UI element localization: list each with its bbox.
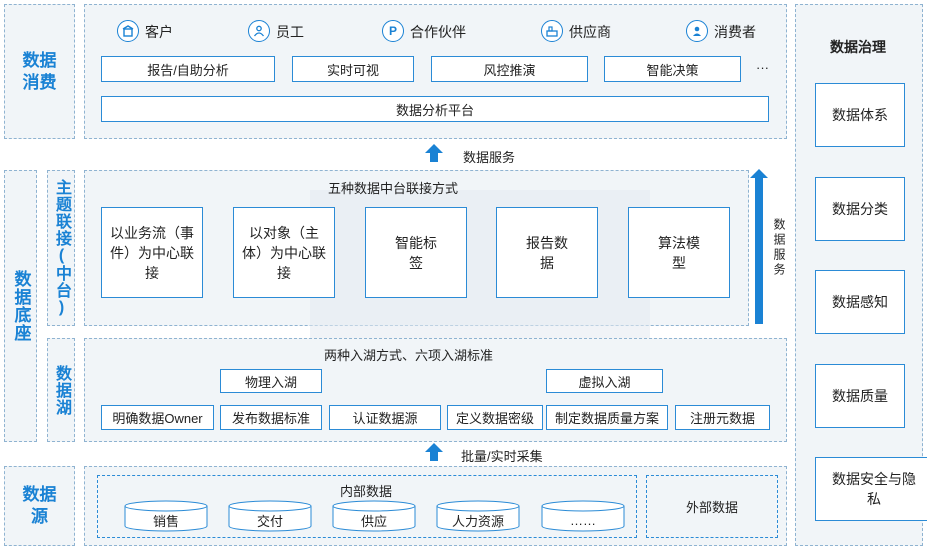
lake-standard-metadata: 注册元数据 bbox=[675, 405, 770, 430]
internal-item-supply: 供应 bbox=[360, 513, 387, 529]
lake-standard-classify: 定义数据密级 bbox=[447, 405, 543, 430]
data-service-arrow-icon bbox=[425, 144, 443, 153]
internal-item-sales: 销售 bbox=[152, 513, 179, 529]
lake-title: 两种入湖方式、六项入湖标准 bbox=[324, 348, 494, 363]
collect-arrow-icon bbox=[425, 443, 443, 452]
app-box-decision: 智能决策 bbox=[604, 56, 741, 82]
governance-item-quality: 数据质量 bbox=[815, 364, 905, 428]
internal-item-hr: 人力资源 bbox=[451, 513, 504, 529]
supplier-icon bbox=[541, 20, 563, 42]
governance-item-awareness: 数据感知 bbox=[815, 270, 905, 334]
governance-item-system: 数据体系 bbox=[815, 83, 905, 147]
employee-icon bbox=[248, 20, 270, 42]
lake-standard-certify: 认证数据源 bbox=[329, 405, 441, 430]
partner-icon: P bbox=[382, 20, 404, 42]
lake-standard-publish: 发布数据标准 bbox=[220, 405, 322, 430]
customer-icon bbox=[117, 20, 139, 42]
governance-title: 数据治理 bbox=[830, 39, 886, 55]
data-service-label: 数据服务 bbox=[463, 150, 516, 165]
apps-more: ··· bbox=[756, 60, 769, 75]
external-data-title: 外部数据 bbox=[685, 500, 738, 515]
consumer-label-supplier: 供应商 bbox=[569, 24, 611, 40]
data-service-arrow-stem bbox=[430, 153, 438, 162]
internal-item-delivery: 交付 bbox=[256, 513, 283, 529]
consumer-label-consumer: 消费者 bbox=[714, 24, 756, 40]
layer-middle-label: 主题联接(中台) bbox=[53, 179, 70, 317]
middle-item-report: 报告数据 bbox=[496, 207, 598, 298]
app-box-realtime: 实时可视 bbox=[292, 56, 414, 82]
partner-icon-glyph: P bbox=[388, 24, 397, 38]
lake-mode-virtual: 虚拟入湖 bbox=[546, 369, 663, 393]
lake-standard-owner: 明确数据Owner bbox=[101, 405, 214, 430]
layer-source-label: 数据源 bbox=[22, 485, 57, 526]
layer-source-panel: 数据源 bbox=[4, 466, 75, 546]
side-service-label: 数据服务 bbox=[772, 218, 786, 278]
collect-label: 批量/实时采集 bbox=[461, 449, 543, 464]
app-box-risk: 风控推演 bbox=[431, 56, 588, 82]
middle-item-object: 以对象（主体）为中心联接 bbox=[233, 207, 335, 298]
layer-consumption-panel: 数据消费 bbox=[4, 4, 75, 139]
side-service-arrow-icon bbox=[750, 169, 768, 178]
layer-foundation-label: 数据底座 bbox=[11, 270, 31, 342]
middle-title: 五种数据中台联接方式 bbox=[328, 181, 459, 196]
consumer-label-partner: 合作伙伴 bbox=[410, 24, 466, 40]
lake-mode-physical: 物理入湖 bbox=[220, 369, 322, 393]
internal-item-more: …… bbox=[570, 512, 596, 528]
layer-foundation-panel: 数据底座 bbox=[4, 170, 37, 442]
app-box-report: 报告/自助分析 bbox=[101, 56, 275, 82]
lake-standard-quality: 制定数据质量方案 bbox=[546, 405, 668, 430]
middle-item-algorithm: 算法模型 bbox=[628, 207, 730, 298]
middle-item-event: 以业务流（事件）为中心联接 bbox=[101, 207, 203, 298]
governance-item-classification: 数据分类 bbox=[815, 177, 905, 241]
layer-middle-panel: 主题联接(中台) bbox=[47, 170, 75, 326]
external-data-panel: 外部数据 bbox=[646, 475, 778, 538]
side-service-arrow-stem bbox=[755, 178, 763, 324]
layer-lake-panel: 数据湖 bbox=[47, 338, 75, 442]
consumer-icon bbox=[686, 20, 708, 42]
middle-item-tags: 智能标签 bbox=[365, 207, 467, 298]
layer-lake-label: 数据湖 bbox=[53, 364, 70, 416]
layer-consumption-label: 数据消费 bbox=[22, 50, 57, 92]
governance-item-security: 数据安全与隐私 bbox=[815, 457, 927, 521]
collect-arrow-stem bbox=[430, 452, 438, 461]
analysis-platform: 数据分析平台 bbox=[101, 96, 769, 122]
consumer-label-customer: 客户 bbox=[145, 24, 173, 40]
consumer-label-employee: 员工 bbox=[276, 24, 304, 40]
